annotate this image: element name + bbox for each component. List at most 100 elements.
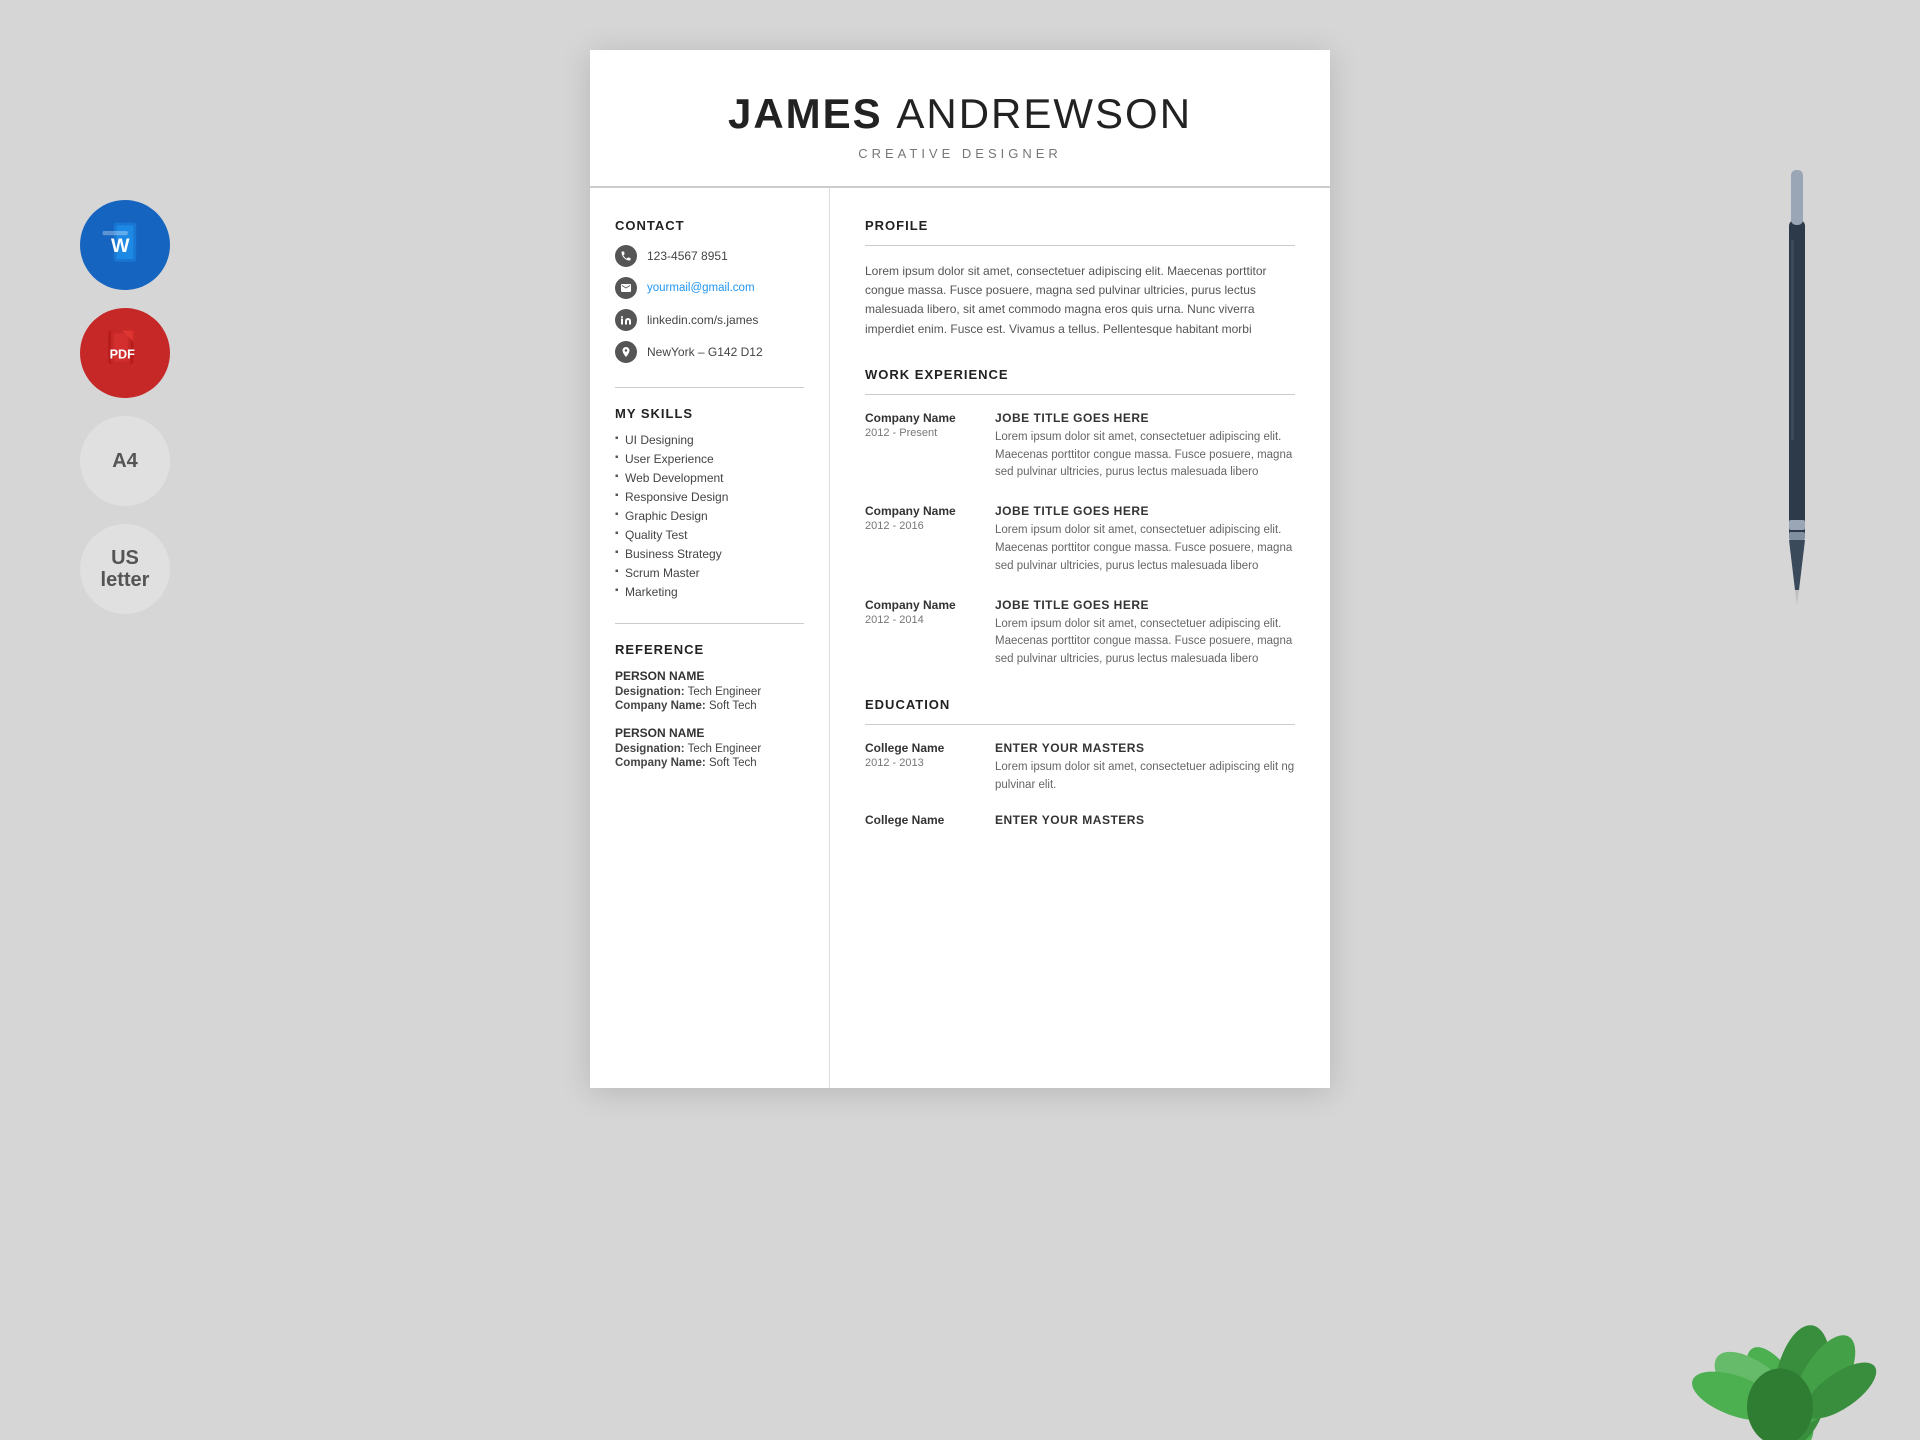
pen-decoration (1775, 160, 1820, 660)
skill-item: Responsive Design (615, 490, 804, 504)
header-title: CREATIVE DESIGNER (640, 146, 1280, 161)
work-description: Lorem ipsum dolor sit amet, consectetuer… (995, 522, 1295, 575)
last-name: ANDREWSON (896, 90, 1192, 137)
contact-location: NewYork – G142 D12 (615, 341, 804, 363)
edu-right: ENTER YOUR MASTERS Lorem ipsum dolor sit… (995, 741, 1295, 795)
edu-degree: ENTER YOUR MASTERS (995, 813, 1144, 827)
left-divider-1 (615, 387, 804, 388)
edu-college: College Name (865, 741, 975, 755)
education-divider (865, 724, 1295, 725)
a4-label: A4 (112, 450, 138, 472)
side-icons-panel: W PDF A4 USletter (80, 200, 170, 614)
contact-linkedin: linkedin.com/s.james (615, 309, 804, 331)
skill-item: Web Development (615, 471, 804, 485)
left-divider-2 (615, 623, 804, 624)
profile-divider (865, 245, 1295, 246)
skill-item: User Experience (615, 452, 804, 466)
skill-item: Business Strategy (615, 547, 804, 561)
work-dates: 2012 - 2014 (865, 614, 975, 626)
work-right: JOBE TITLE GOES HERE Lorem ipsum dolor s… (995, 598, 1295, 669)
work-right: JOBE TITLE GOES HERE Lorem ipsum dolor s… (995, 504, 1295, 575)
edu-right: ENTER YOUR MASTERS (995, 813, 1144, 831)
ref-name: PERSON NAME (615, 669, 804, 683)
work-experience-section: WORK EXPERIENCE Company Name 2012 - Pres… (865, 367, 1295, 669)
linkedin-icon (615, 309, 637, 331)
work-entry: Company Name 2012 - 2014 JOBE TITLE GOES… (865, 598, 1295, 669)
skills-section-title: MY SKILLS (615, 406, 804, 421)
edu-degree: ENTER YOUR MASTERS (995, 741, 1295, 755)
work-job-title: JOBE TITLE GOES HERE (995, 411, 1295, 425)
ref-company: Company Name: Soft Tech (615, 700, 804, 712)
reference-section-title: REFERENCE (615, 642, 804, 657)
resume-body: CONTACT 123-4567 8951 yourmail@gmail.com (590, 188, 1330, 1088)
svg-text:PDF: PDF (110, 348, 135, 362)
edu-college: College Name (865, 813, 975, 827)
work-description: Lorem ipsum dolor sit amet, consectetuer… (995, 429, 1295, 482)
work-list: Company Name 2012 - Present JOBE TITLE G… (865, 411, 1295, 669)
ref-designation: Designation: Tech Engineer (615, 743, 804, 755)
us-label: USletter (101, 547, 150, 591)
contact-section-title: CONTACT (615, 218, 804, 233)
linkedin-text: linkedin.com/s.james (647, 313, 758, 327)
a4-icon-button[interactable]: A4 (80, 416, 170, 506)
email-icon (615, 277, 637, 299)
work-job-title: JOBE TITLE GOES HERE (995, 598, 1295, 612)
profile-text: Lorem ipsum dolor sit amet, consectetuer… (865, 262, 1295, 339)
resume-document: JAMES ANDREWSON CREATIVE DESIGNER CONTAC… (590, 50, 1330, 1088)
resume-header: JAMES ANDREWSON CREATIVE DESIGNER (590, 50, 1330, 188)
work-right: JOBE TITLE GOES HERE Lorem ipsum dolor s… (995, 411, 1295, 482)
work-section-title: WORK EXPERIENCE (865, 367, 1295, 382)
reference-block: PERSON NAME Designation: Tech Engineer C… (615, 669, 804, 712)
resume-right-column: PROFILE Lorem ipsum dolor sit amet, cons… (830, 188, 1330, 1088)
svg-text:W: W (111, 235, 130, 257)
education-entry: College Name ENTER YOUR MASTERS (865, 813, 1295, 831)
skills-list: UI Designing User Experience Web Developme… (615, 433, 804, 599)
contact-section: CONTACT 123-4567 8951 yourmail@gmail.com (615, 218, 804, 363)
location-icon (615, 341, 637, 363)
work-company: Company Name (865, 598, 975, 612)
work-entry: Company Name 2012 - Present JOBE TITLE G… (865, 411, 1295, 482)
skill-item: Graphic Design (615, 509, 804, 523)
skills-section: MY SKILLS UI Designing User Experience Web… (615, 406, 804, 599)
first-name: JAMES (728, 90, 883, 137)
edu-left: College Name (865, 813, 975, 831)
edu-description: Lorem ipsum dolor sit amet, consectetuer… (995, 759, 1295, 795)
education-list: College Name 2012 - 2013 ENTER YOUR MAST… (865, 741, 1295, 831)
work-dates: 2012 - Present (865, 427, 975, 439)
skill-item: UI Designing (615, 433, 804, 447)
work-job-title: JOBE TITLE GOES HERE (995, 504, 1295, 518)
reference-list: PERSON NAME Designation: Tech Engineer C… (615, 669, 804, 769)
work-left: Company Name 2012 - 2014 (865, 598, 975, 669)
resume-left-column: CONTACT 123-4567 8951 yourmail@gmail.com (590, 188, 830, 1088)
work-description: Lorem ipsum dolor sit amet, consectetuer… (995, 616, 1295, 669)
edu-left: College Name 2012 - 2013 (865, 741, 975, 795)
profile-section: PROFILE Lorem ipsum dolor sit amet, cons… (865, 218, 1295, 339)
skill-item: Marketing (615, 585, 804, 599)
phone-icon (615, 245, 637, 267)
us-letter-icon-button[interactable]: USletter (80, 524, 170, 614)
education-section: EDUCATION College Name 2012 - 2013 ENTER… (865, 697, 1295, 831)
email-link[interactable]: yourmail@gmail.com (647, 282, 755, 294)
ref-company: Company Name: Soft Tech (615, 757, 804, 769)
plant-decoration (1670, 1220, 1890, 1440)
ref-designation: Designation: Tech Engineer (615, 686, 804, 698)
work-company: Company Name (865, 411, 975, 425)
header-name: JAMES ANDREWSON (640, 90, 1280, 138)
work-left: Company Name 2012 - 2016 (865, 504, 975, 575)
education-entry: College Name 2012 - 2013 ENTER YOUR MAST… (865, 741, 1295, 795)
profile-section-title: PROFILE (865, 218, 1295, 233)
work-left: Company Name 2012 - Present (865, 411, 975, 482)
work-company: Company Name (865, 504, 975, 518)
work-dates: 2012 - 2016 (865, 520, 975, 532)
reference-block: PERSON NAME Designation: Tech Engineer C… (615, 726, 804, 769)
work-divider (865, 394, 1295, 395)
word-icon-button[interactable]: W (80, 200, 170, 290)
skill-item: Quality Test (615, 528, 804, 542)
reference-section: REFERENCE PERSON NAME Designation: Tech … (615, 642, 804, 769)
edu-dates: 2012 - 2013 (865, 757, 975, 769)
skill-item: Scrum Master (615, 566, 804, 580)
pdf-icon-button[interactable]: PDF (80, 308, 170, 398)
ref-name: PERSON NAME (615, 726, 804, 740)
phone-text: 123-4567 8951 (647, 249, 728, 263)
contact-phone: 123-4567 8951 (615, 245, 804, 267)
